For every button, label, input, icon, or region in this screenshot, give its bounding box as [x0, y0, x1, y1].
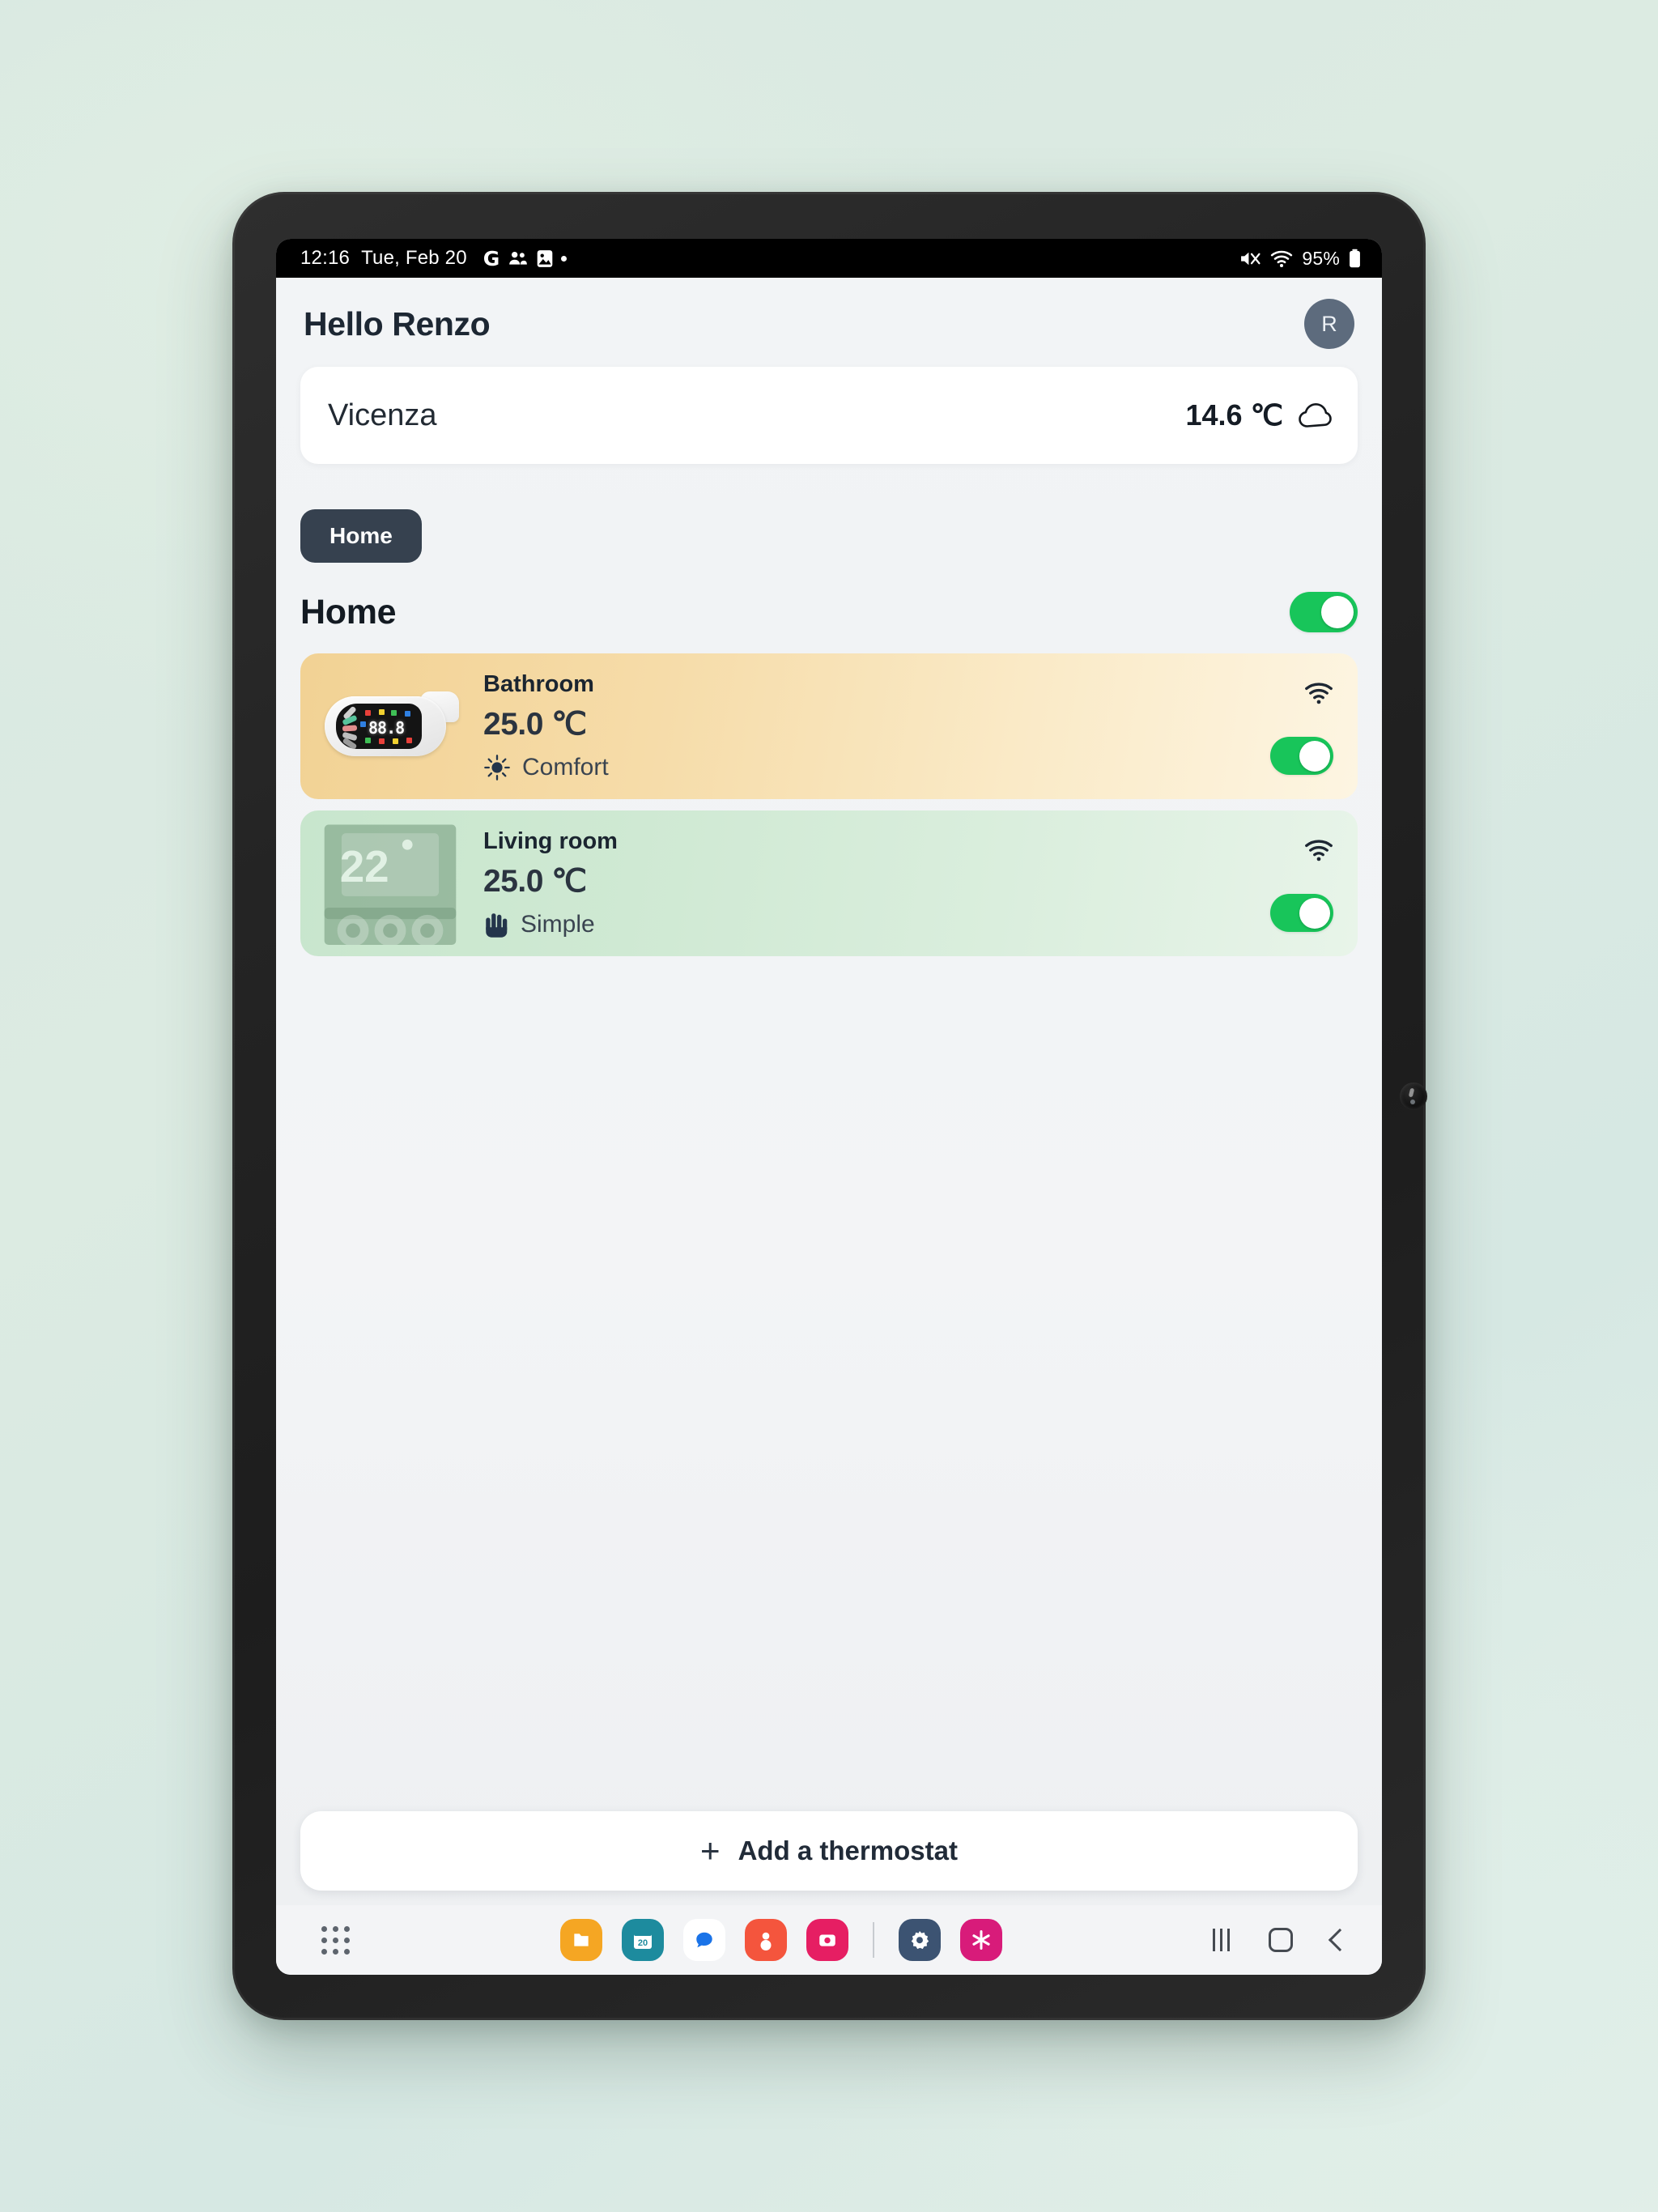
- status-more-dot: [560, 255, 567, 262]
- add-thermostat-wrap: + Add a thermostat: [276, 1811, 1382, 1905]
- plus-icon: +: [700, 1831, 721, 1870]
- device-room-name: Bathroom: [483, 671, 594, 697]
- camera-icon[interactable]: [806, 1919, 848, 1961]
- weather-city: Vicenza: [328, 398, 437, 432]
- battery-percent: 95%: [1302, 247, 1340, 269]
- add-thermostat-button[interactable]: + Add a thermostat: [300, 1811, 1358, 1891]
- device-temperature: 25.0 ℃: [483, 707, 587, 742]
- valve-display-value: 88.8: [368, 718, 405, 738]
- my-files-icon[interactable]: [560, 1919, 602, 1961]
- device-toggle-bathroom[interactable]: [1270, 737, 1333, 775]
- device-thumbnail-thermostat: 22: [300, 810, 478, 956]
- thermostat-display-value: 22: [340, 841, 389, 891]
- home-chip-row: Home: [276, 464, 1382, 563]
- device-card-living-room[interactable]: 22 Living room 25.0 ℃ Simple: [300, 810, 1358, 956]
- add-thermostat-label: Add a thermostat: [738, 1836, 958, 1865]
- snowflake-icon[interactable]: [960, 1919, 1002, 1961]
- sun-icon: [484, 755, 510, 781]
- device-mode-label: Simple: [521, 911, 595, 938]
- back-icon[interactable]: [1328, 1928, 1352, 1952]
- settings-icon[interactable]: [899, 1919, 941, 1961]
- contacts-icon[interactable]: [745, 1919, 787, 1961]
- weather-card[interactable]: Vicenza 14.6 ℃: [300, 367, 1358, 464]
- master-toggle[interactable]: [1290, 592, 1358, 632]
- chip-home[interactable]: Home: [300, 509, 422, 563]
- system-taskbar: 20: [276, 1905, 1382, 1975]
- device-room-name: Living room: [483, 828, 618, 854]
- messages-icon[interactable]: [683, 1919, 725, 1961]
- status-bar: 12:16 Tue, Feb 20 G 95%: [276, 239, 1382, 278]
- device-camera-dot: [1400, 1083, 1427, 1110]
- mute-icon: [1241, 252, 1261, 265]
- device-toggle-knob: [1299, 740, 1330, 772]
- tablet-screen: 12:16 Tue, Feb 20 G 95% Hello Renzo R Vi…: [276, 239, 1382, 1975]
- calendar-badge: 20: [638, 1938, 648, 1948]
- section-title: Home: [300, 592, 397, 632]
- thermostat-illustration: 22: [324, 824, 457, 945]
- home-icon[interactable]: [1269, 1928, 1293, 1952]
- cloud-icon: [1299, 403, 1332, 428]
- master-toggle-knob: [1321, 596, 1354, 628]
- section-header: Home: [276, 563, 1382, 632]
- tablet-device-frame: 12:16 Tue, Feb 20 G 95% Hello Renzo R Vi…: [232, 192, 1427, 2020]
- recents-icon[interactable]: [1213, 1929, 1230, 1951]
- taskbar-separator: [873, 1922, 874, 1958]
- device-mode-label: Comfort: [522, 754, 609, 781]
- photo-icon: [537, 249, 552, 267]
- device-toggle-knob: [1299, 897, 1330, 929]
- google-icon: G: [483, 246, 500, 270]
- device-card-bathroom[interactable]: 88.8 Bathroom 25.0 ℃ Comfort: [300, 653, 1358, 799]
- contacts-icon: [508, 251, 527, 265]
- device-thumbnail-valve: 88.8: [300, 653, 478, 799]
- all-apps-icon[interactable]: [321, 1925, 350, 1955]
- app-content: Hello Renzo R Vicenza 14.6 ℃ Home Home 8…: [276, 278, 1382, 1905]
- wifi-icon: [1271, 250, 1293, 267]
- status-time: 12:16: [300, 247, 351, 269]
- page-title: Hello Renzo: [304, 304, 491, 342]
- valve-lcd: 88.8: [336, 704, 422, 749]
- device-wifi-icon: [1305, 683, 1333, 704]
- app-bar: Hello Renzo R: [276, 278, 1382, 360]
- device-toggle-living-room[interactable]: [1270, 894, 1333, 932]
- device-card-list: 88.8 Bathroom 25.0 ℃ Comfort 22 Living r…: [276, 632, 1382, 956]
- status-date: Tue, Feb 20: [361, 247, 467, 269]
- device-temperature: 25.0 ℃: [483, 864, 587, 899]
- avatar[interactable]: R: [1304, 299, 1354, 349]
- radiator-valve-illustration: 88.8: [325, 691, 464, 761]
- hand-icon: [486, 913, 508, 938]
- device-wifi-icon: [1305, 840, 1333, 861]
- weather-temperature: 14.6 ℃: [1185, 398, 1284, 432]
- calendar-icon[interactable]: 20: [622, 1919, 664, 1961]
- battery-icon: [1350, 249, 1360, 268]
